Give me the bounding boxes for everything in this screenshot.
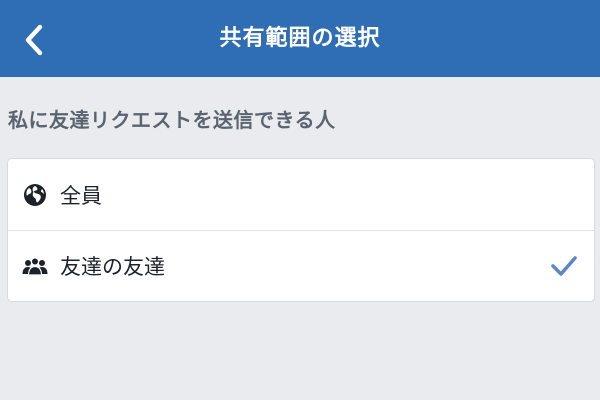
app-header: 共有範囲の選択: [0, 0, 600, 77]
option-everyone[interactable]: 全員: [8, 159, 594, 230]
page-title: 共有範囲の選択: [219, 26, 381, 51]
option-label: 全員: [60, 183, 102, 208]
people-icon: [22, 253, 48, 279]
option-friends-of-friends[interactable]: 友達の友達: [8, 230, 594, 301]
globe-icon: [22, 182, 48, 208]
section-label: 私に友達リクエストを送信できる人: [8, 108, 336, 132]
option-label: 友達の友達: [60, 255, 165, 279]
privacy-options-list: 全員 友達の友達: [8, 159, 594, 301]
checkmark-icon: [551, 256, 577, 276]
